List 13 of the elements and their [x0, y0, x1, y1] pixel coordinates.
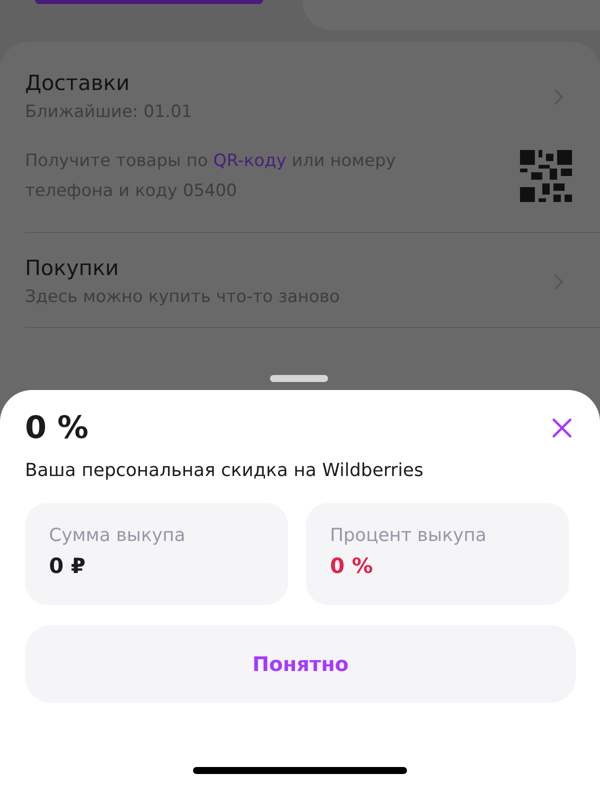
- stat-value: 0 %: [330, 554, 373, 578]
- drag-handle[interactable]: [270, 375, 328, 382]
- qr-code-icon[interactable]: [520, 150, 572, 202]
- stat-value: 0 ₽: [49, 554, 86, 578]
- section-title[interactable]: Покупки: [25, 253, 340, 283]
- close-icon[interactable]: [551, 417, 573, 439]
- ok-button[interactable]: Понятно: [25, 625, 576, 703]
- stat-label: Сумма выкупа: [49, 525, 186, 546]
- discount-description: Ваша персональная скидка на Wildberries: [25, 460, 424, 481]
- stat-label: Процент выкупа: [330, 525, 486, 546]
- section-title[interactable]: Доставки: [25, 68, 192, 98]
- discount-title: 0 %: [25, 410, 88, 446]
- qr-code-link[interactable]: QR-коду: [213, 151, 286, 171]
